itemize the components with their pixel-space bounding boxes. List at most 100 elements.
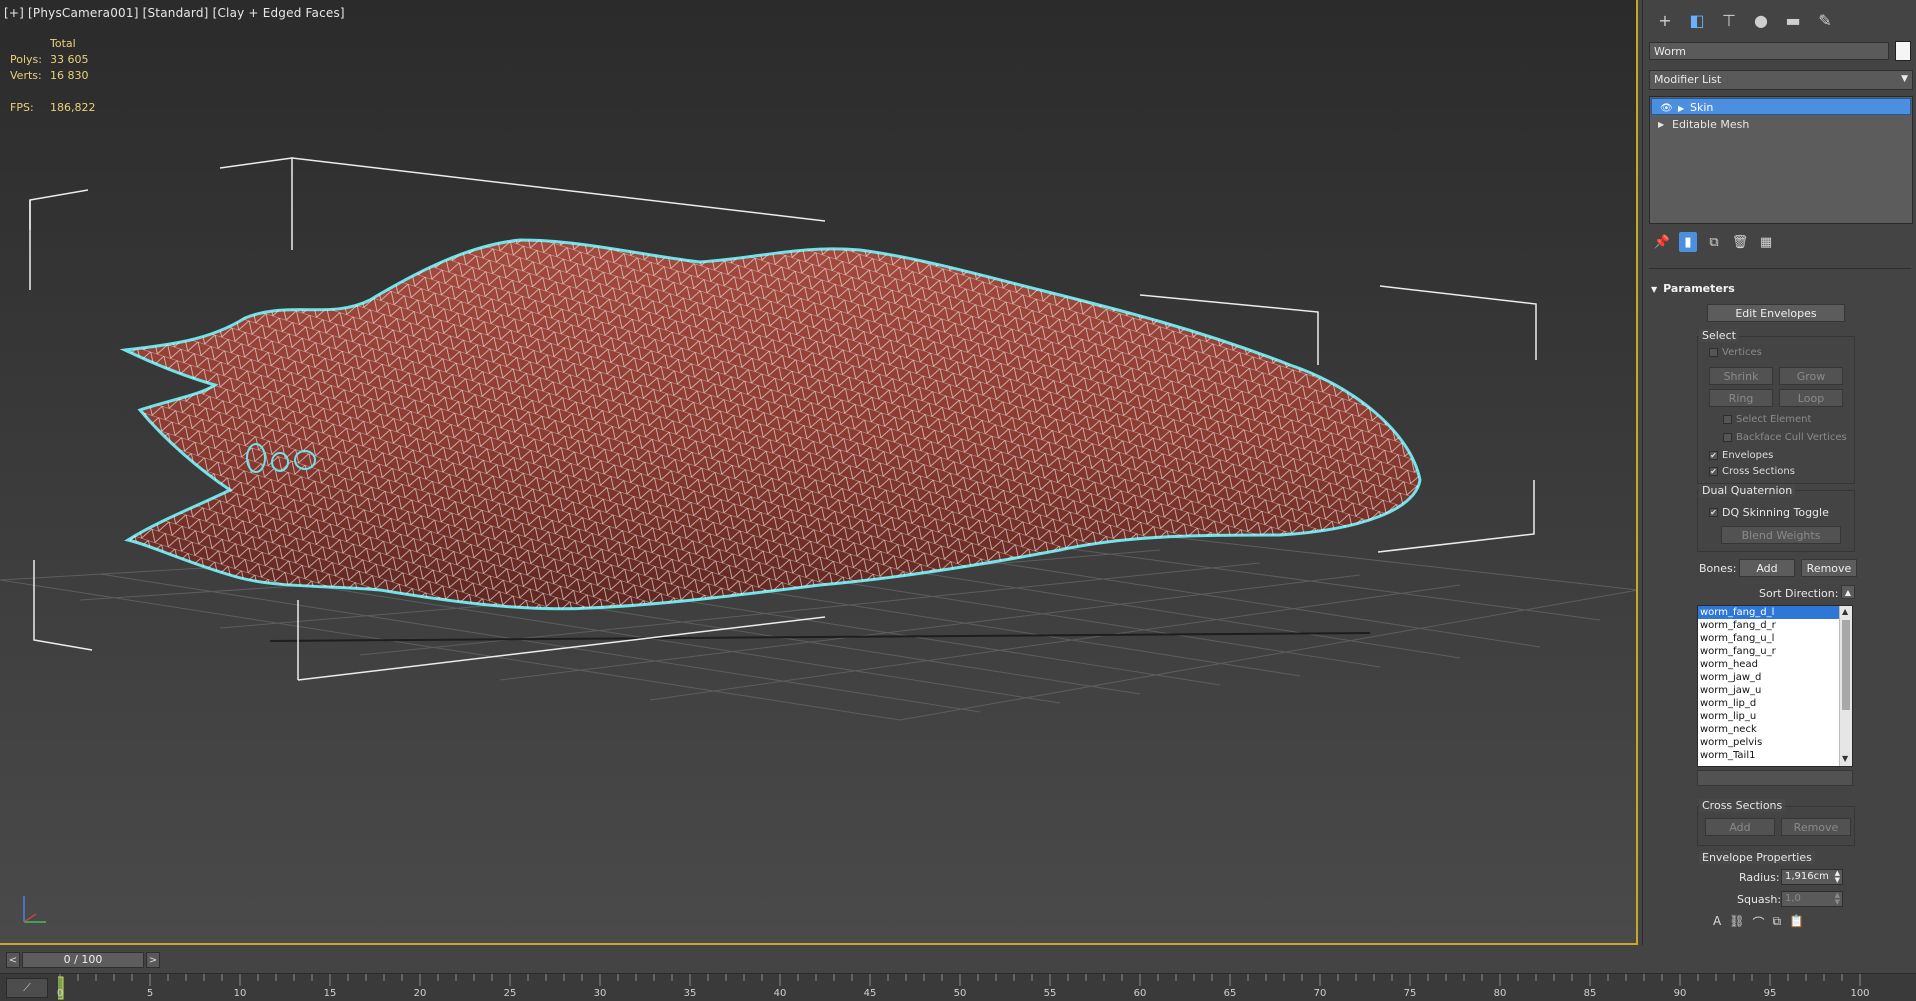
list-item[interactable]: worm_fang_d_l [1698, 606, 1852, 619]
edit-envelopes-button[interactable]: Edit Envelopes [1707, 304, 1845, 322]
ruler-tick-label: 0 [56, 988, 64, 999]
parameters-rollout-header[interactable]: ▼ Parameters [1651, 282, 1735, 295]
perspective-viewport[interactable]: [+] [PhysCamera001] [Standard] [Clay + E… [0, 0, 1638, 945]
viewport-label[interactable]: [+] [PhysCamera001] [Standard] [Clay + E… [4, 6, 345, 20]
ruler-tick-label: 55 [1043, 988, 1057, 999]
sort-up-icon: ▲ [1844, 587, 1852, 597]
radius-spinner[interactable]: 1,916cm ▲ ▼ [1781, 869, 1843, 885]
grow-button[interactable]: Grow [1779, 367, 1843, 385]
squash-spinner[interactable]: 1,0 ▲ ▼ [1781, 891, 1843, 907]
bones-listbox[interactable]: worm_fang_d_l worm_fang_d_r worm_fang_u_… [1697, 605, 1853, 767]
ring-button[interactable]: Ring [1709, 389, 1773, 407]
list-item[interactable]: worm_fang_u_r [1698, 645, 1852, 658]
viewport-scene[interactable] [0, 0, 1638, 945]
time-slider[interactable]: < 0 / 100 > [0, 947, 1916, 971]
panel-divider [1649, 268, 1911, 269]
hierarchy-tab[interactable]: ⊤ [1715, 8, 1743, 32]
list-item[interactable]: worm_neck [1698, 723, 1852, 736]
list-item[interactable]: worm_Tail1 [1698, 749, 1852, 762]
remove-bone-button[interactable]: Remove [1801, 559, 1857, 577]
curve-editor-button[interactable]: ⟋ [6, 978, 48, 998]
utilities-tab[interactable]: ✎ [1811, 8, 1839, 32]
show-end-result-button[interactable]: ▮ [1679, 232, 1697, 252]
envelopes-checkbox[interactable]: ✔ Envelopes [1709, 450, 1773, 461]
add-bone-button[interactable]: Add [1739, 559, 1795, 577]
paste-icon[interactable]: 📋 [1789, 914, 1804, 931]
squash-label: Squash: [1737, 893, 1782, 906]
bones-scrollbar[interactable]: ▲ ▼ [1839, 606, 1852, 766]
list-item[interactable]: worm_fang_u_l [1698, 632, 1852, 645]
pin-stack-button[interactable]: 📌 [1653, 232, 1671, 252]
sort-direction-button[interactable]: ▲ [1841, 585, 1855, 599]
remove-cross-section-label: Remove [1793, 820, 1839, 834]
previous-frame-button[interactable]: < [6, 952, 20, 968]
add-cross-section-button[interactable]: Add [1705, 818, 1775, 836]
ruler-tick-label: 65 [1223, 988, 1237, 999]
backface-cull-checkbox[interactable]: Backface Cull Vertices [1723, 432, 1847, 443]
copy-icon[interactable]: ⧉ [1772, 914, 1781, 931]
select-element-checkbox[interactable]: Select Element [1723, 414, 1811, 425]
axis-tripod-icon [23, 896, 46, 923]
falloff-icon[interactable]: ⌒ [1752, 914, 1764, 931]
command-panel: + ◧ ⊤ ● ▬ ✎ Modifier List ▼ 👁 ▶ Skin ▶ E… [1642, 0, 1916, 945]
grow-label: Grow [1796, 369, 1826, 383]
trackbar[interactable]: ⟋ 0 5 10 15 20 25 30 35 40 45 50 55 60 65 70 75 80 85 90 95… [0, 973, 1916, 1001]
absolute-icon[interactable]: A [1713, 914, 1721, 931]
remove-cross-section-button[interactable]: Remove [1781, 818, 1851, 836]
configure-modifier-sets-button[interactable]: ▦ [1757, 232, 1775, 252]
envelope-properties-title: Envelope Properties [1699, 851, 1815, 864]
vertices-checkbox[interactable]: Vertices [1709, 347, 1762, 358]
create-tab[interactable]: + [1651, 8, 1679, 32]
list-item[interactable]: worm_jaw_u [1698, 684, 1852, 697]
remove-modifier-button[interactable]: 🗑 [1731, 232, 1749, 252]
spinner-arrows-icon[interactable]: ▲ ▼ [1835, 892, 1840, 906]
list-item[interactable]: worm_jaw_d [1698, 671, 1852, 684]
modifier-stack[interactable]: 👁 ▶ Skin ▶ Editable Mesh [1649, 96, 1913, 224]
add-bone-label: Add [1756, 561, 1778, 575]
object-color-swatch[interactable] [1895, 41, 1911, 61]
expand-arrow-icon[interactable]: ▶ [1678, 100, 1684, 117]
list-item[interactable]: worm_pelvis [1698, 736, 1852, 749]
ruler-tick-label: 100 [1850, 988, 1870, 999]
radius-value: 1,916cm [1785, 871, 1829, 882]
parameters-title: Parameters [1663, 282, 1735, 295]
link-icon[interactable]: ⛓ [1729, 914, 1744, 931]
list-item[interactable]: worm_lip_u [1698, 710, 1852, 723]
next-frame-button[interactable]: > [146, 952, 160, 968]
cross-sections-checkbox[interactable]: ✔ Cross Sections [1709, 466, 1795, 477]
dq-skinning-checkbox[interactable]: ✔ DQ Skinning Toggle [1709, 506, 1829, 519]
loop-button[interactable]: Loop [1779, 389, 1843, 407]
make-unique-button[interactable]: ⧉ [1705, 232, 1723, 252]
stack-item-editable-mesh[interactable]: ▶ Editable Mesh [1650, 116, 1912, 133]
scrollbar-thumb[interactable] [1842, 620, 1850, 710]
motion-tab[interactable]: ● [1747, 8, 1775, 32]
configure-icon: ▦ [1759, 234, 1773, 250]
blend-weights-button[interactable]: Blend Weights [1721, 526, 1841, 544]
scroll-up-icon[interactable]: ▲ [1842, 607, 1848, 616]
ruler-tick-label: 5 [146, 988, 154, 999]
list-item[interactable]: worm_fang_d_r [1698, 619, 1852, 632]
stack-item-skin[interactable]: 👁 ▶ Skin [1651, 98, 1911, 115]
bone-name-field[interactable] [1697, 770, 1853, 786]
eye-icon[interactable]: 👁 [1660, 100, 1673, 117]
ruler-tick-label: 20 [413, 988, 427, 999]
pin-icon: 📌 [1653, 234, 1671, 250]
modifier-list-dropdown[interactable]: Modifier List ▼ [1649, 70, 1913, 90]
display-tab[interactable]: ▬ [1779, 8, 1807, 32]
time-slider-thumb[interactable]: 0 / 100 [22, 952, 144, 968]
spinner-arrows-icon[interactable]: ▲ ▼ [1835, 870, 1840, 884]
remove-bone-label: Remove [1806, 561, 1852, 575]
scroll-down-icon[interactable]: ▼ [1842, 754, 1848, 763]
frame-ruler[interactable] [58, 974, 1916, 1001]
list-item[interactable]: worm_head [1698, 658, 1852, 671]
modify-tab[interactable]: ◧ [1683, 8, 1711, 32]
object-name-field[interactable] [1649, 42, 1889, 60]
expand-arrow-icon[interactable]: ▶ [1658, 116, 1664, 133]
shrink-button[interactable]: Shrink [1709, 367, 1773, 385]
list-item[interactable]: worm_lip_d [1698, 697, 1852, 710]
ruler-tick-label: 35 [683, 988, 697, 999]
ring-label: Ring [1728, 391, 1754, 405]
command-panel-tabs: + ◧ ⊤ ● ▬ ✎ [1651, 8, 1839, 32]
display-icon: ▬ [1785, 10, 1801, 30]
vertices-label: Vertices [1722, 347, 1762, 358]
